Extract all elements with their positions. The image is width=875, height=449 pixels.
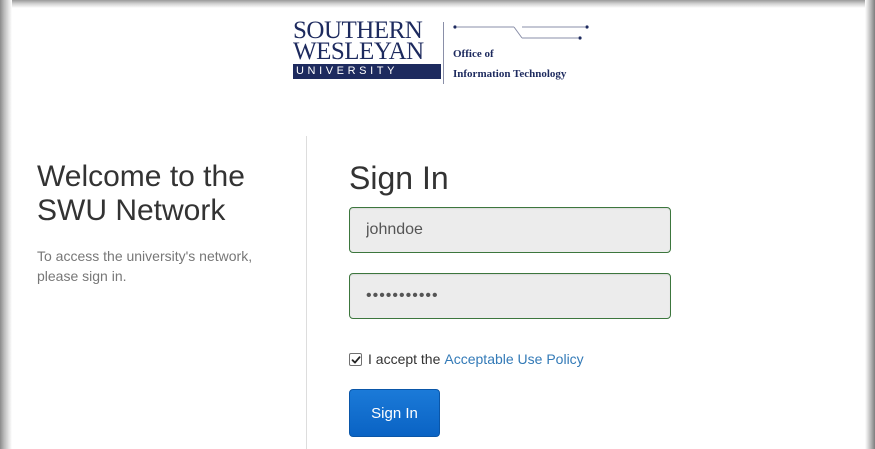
page: SOUTHERN WESLEYAN UNIVERSITY Office of I… bbox=[0, 0, 875, 449]
window-shadow-left bbox=[0, 0, 12, 449]
accept-policy-row: I accept the Acceptable Use Policy bbox=[349, 349, 584, 369]
logo-university-bar: UNIVERSITY bbox=[293, 64, 441, 79]
welcome-title: Welcome to the SWU Network bbox=[37, 160, 292, 228]
university-logo: SOUTHERN WESLEYAN UNIVERSITY Office of I… bbox=[293, 18, 613, 88]
signin-heading: Sign In bbox=[349, 160, 449, 196]
logo-wordmark: SOUTHERN WESLEYAN UNIVERSITY bbox=[293, 18, 441, 79]
window-shadow-top bbox=[0, 0, 875, 8]
checkmark-icon bbox=[351, 355, 361, 363]
column-divider bbox=[306, 136, 307, 449]
logo-department-text: Information Technology bbox=[453, 68, 567, 80]
username-field[interactable] bbox=[349, 207, 671, 253]
window-shadow-right bbox=[865, 0, 875, 449]
welcome-title-line1: Welcome to the bbox=[37, 160, 245, 193]
welcome-title-line2: SWU Network bbox=[37, 194, 226, 227]
welcome-description: To access the university's network, plea… bbox=[37, 248, 253, 284]
accept-policy-label: I accept the bbox=[368, 351, 441, 367]
accept-policy-checkbox[interactable] bbox=[349, 352, 362, 366]
logo-divider bbox=[443, 22, 444, 84]
logo-office-text: Office of bbox=[453, 48, 494, 60]
sign-in-button-label: Sign In bbox=[371, 404, 418, 422]
acceptable-use-policy-link[interactable]: Acceptable Use Policy bbox=[444, 351, 583, 367]
logo-line-wesleyan: WESLEYAN bbox=[293, 38, 424, 65]
sign-in-button[interactable]: Sign In bbox=[349, 389, 440, 437]
password-field[interactable] bbox=[349, 273, 671, 319]
